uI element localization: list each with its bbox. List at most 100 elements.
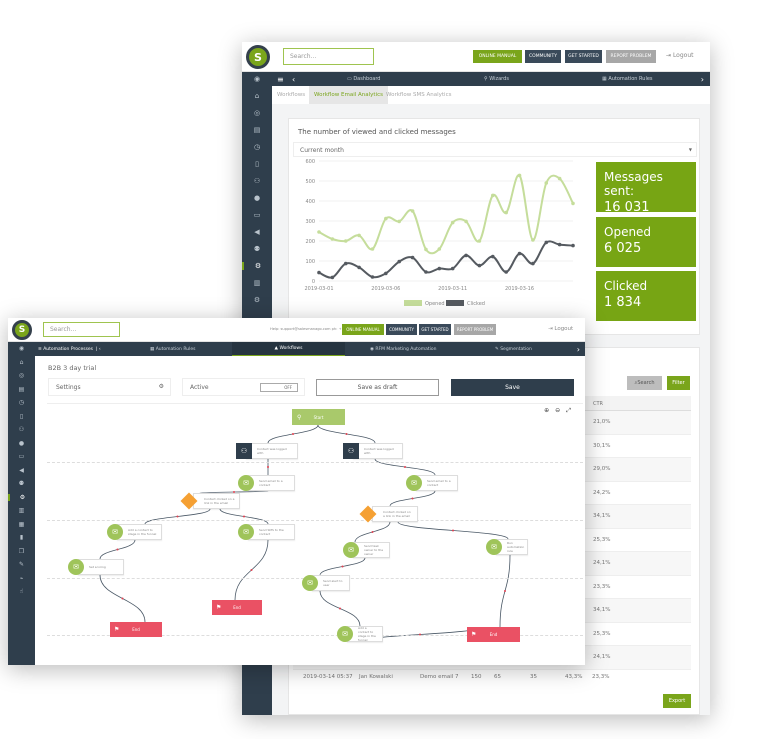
data-point[interactable] (384, 271, 388, 276)
connector-dot[interactable] (250, 569, 253, 571)
nav-segmentation[interactable]: ✎ Segmentation (495, 347, 532, 352)
contact-card-icon[interactable]: ▤ (254, 126, 261, 134)
nav-automation-rules[interactable]: ▦ Automation Rules (602, 76, 653, 82)
tab-workflows[interactable]: Workflows (277, 92, 305, 98)
tablet-icon[interactable]: ▯ (255, 160, 259, 168)
user-plus-icon[interactable]: ⚇ (19, 426, 24, 433)
data-point[interactable] (424, 270, 428, 274)
data-point[interactable] (504, 210, 508, 215)
connector-dot[interactable] (404, 466, 406, 468)
data-point[interactable] (531, 261, 535, 266)
clock-icon[interactable]: ◷ (254, 143, 260, 151)
data-point[interactable] (571, 243, 575, 248)
clock-icon[interactable]: ◷ (19, 399, 24, 406)
home-icon[interactable]: ⌂ (20, 359, 24, 366)
users-icon[interactable]: ⚉ (19, 480, 24, 487)
connector-dot[interactable] (504, 590, 506, 592)
nav-title[interactable]: ≡ Automation Processes | ‹ (38, 347, 101, 352)
nav-workflows[interactable]: ▲ Workflows (232, 342, 345, 356)
connector-dot[interactable] (243, 515, 245, 518)
save-as-draft-button[interactable]: Save as draft (316, 379, 439, 396)
data-point[interactable] (477, 239, 482, 243)
data-point[interactable] (490, 193, 495, 198)
data-point[interactable] (410, 209, 415, 213)
data-point[interactable] (317, 270, 321, 275)
end-node[interactable]: ⚑ End (110, 622, 162, 637)
legend-label[interactable]: Clicked (467, 301, 485, 307)
gears-icon[interactable]: ⚙ (8, 493, 35, 501)
workflow-node[interactable]: Send email to a contact (416, 475, 458, 491)
end-node[interactable]: ⚑ End (467, 627, 520, 642)
laptop-icon[interactable]: ▭ (19, 453, 25, 460)
workflow-node[interactable]: Contact was logged with (353, 443, 403, 459)
connector-dot[interactable] (267, 466, 269, 468)
connector-dot[interactable] (452, 529, 454, 532)
copy-icon[interactable]: ❐ (19, 548, 24, 555)
data-point[interactable] (490, 254, 495, 259)
chevron-right-icon[interactable]: › (701, 75, 704, 84)
report-problem-button[interactable]: REPORT PROBLEM (606, 50, 656, 63)
user-plus-icon[interactable]: ⚇ (254, 177, 260, 185)
workflow-node[interactable]: Send email to a contact (248, 475, 295, 491)
data-point[interactable] (517, 251, 522, 256)
logout-link[interactable]: ⇥ Logout (548, 326, 573, 332)
data-point[interactable] (370, 247, 375, 251)
settings-icon[interactable]: ⚙ (254, 296, 260, 304)
gears-icon[interactable]: ⚙ (242, 262, 272, 270)
data-point[interactable] (317, 230, 321, 234)
data-point[interactable] (477, 263, 482, 268)
workflow-node[interactable]: Send SMS to the contact (248, 524, 295, 540)
connector-dot[interactable] (176, 515, 179, 518)
trash-icon[interactable]: ▮ (20, 534, 23, 541)
connector-dot[interactable] (411, 497, 414, 500)
megaphone-icon[interactable]: ◀ (19, 467, 24, 474)
search-button[interactable]: ⌕ Search (627, 376, 662, 390)
search-input[interactable]: Search... (283, 48, 374, 65)
data-point[interactable] (504, 270, 508, 274)
chevron-right-icon[interactable]: › (577, 345, 580, 354)
data-point[interactable] (397, 259, 402, 264)
chart-icon[interactable]: ▥ (254, 279, 261, 287)
data-point[interactable] (424, 247, 428, 252)
eye-icon[interactable]: ◎ (254, 109, 260, 117)
workflow-node[interactable]: Contact was logged with (246, 443, 298, 459)
legend-label[interactable]: Opened (425, 301, 445, 307)
data-point[interactable] (343, 261, 348, 266)
nav-wizards[interactable]: ⚲ Wizards (484, 76, 509, 82)
data-point[interactable] (544, 240, 549, 245)
data-point[interactable] (464, 219, 468, 224)
workflow-node[interactable]: Set scoring (78, 559, 124, 575)
calendar-icon[interactable]: ▦ (19, 521, 25, 528)
tablet-icon[interactable]: ▯ (20, 413, 23, 420)
community-button[interactable]: COMMUNITY (386, 324, 417, 335)
nav-automation-rules[interactable]: ▦ Automation Rules (150, 347, 195, 352)
data-point[interactable] (517, 173, 522, 178)
data-point[interactable] (437, 247, 442, 251)
community-button[interactable]: COMMUNITY (525, 50, 561, 63)
data-point[interactable] (557, 242, 562, 247)
chat-icon[interactable]: ● (254, 194, 260, 202)
data-point[interactable] (531, 238, 535, 242)
online-manual-button[interactable]: ONLINE MANUAL (473, 50, 522, 63)
end-node[interactable]: ⚑ End (212, 600, 262, 615)
connector-dot[interactable] (339, 607, 341, 610)
chart-icon[interactable]: ▥ (19, 507, 25, 514)
wrench-icon[interactable]: ✎ (19, 561, 24, 568)
nav-rfm-marketing-automation[interactable]: ◉ RFM Marketing Automation (370, 347, 436, 352)
connector-dot[interactable] (345, 433, 348, 435)
data-point[interactable] (544, 181, 549, 185)
logout-link[interactable]: ⇥ Logout (666, 52, 693, 59)
data-point[interactable] (330, 275, 335, 280)
data-point[interactable] (450, 220, 455, 225)
chat-icon[interactable]: ● (19, 440, 24, 447)
get-started-button[interactable]: GET STARTED (565, 50, 602, 63)
tab-workflow-sms-analytics[interactable]: Workflow SMS Analytics (386, 92, 451, 98)
hand-icon[interactable]: ☝ (20, 588, 24, 595)
data-point[interactable] (384, 216, 388, 221)
data-point[interactable] (410, 255, 415, 260)
start-node[interactable]: ⚲ Start (292, 409, 345, 425)
data-point[interactable] (397, 219, 402, 224)
settings-field[interactable]: Settings ⚙ (48, 378, 171, 396)
plug-icon[interactable]: ⌁ (20, 575, 24, 582)
data-point[interactable] (357, 233, 361, 238)
